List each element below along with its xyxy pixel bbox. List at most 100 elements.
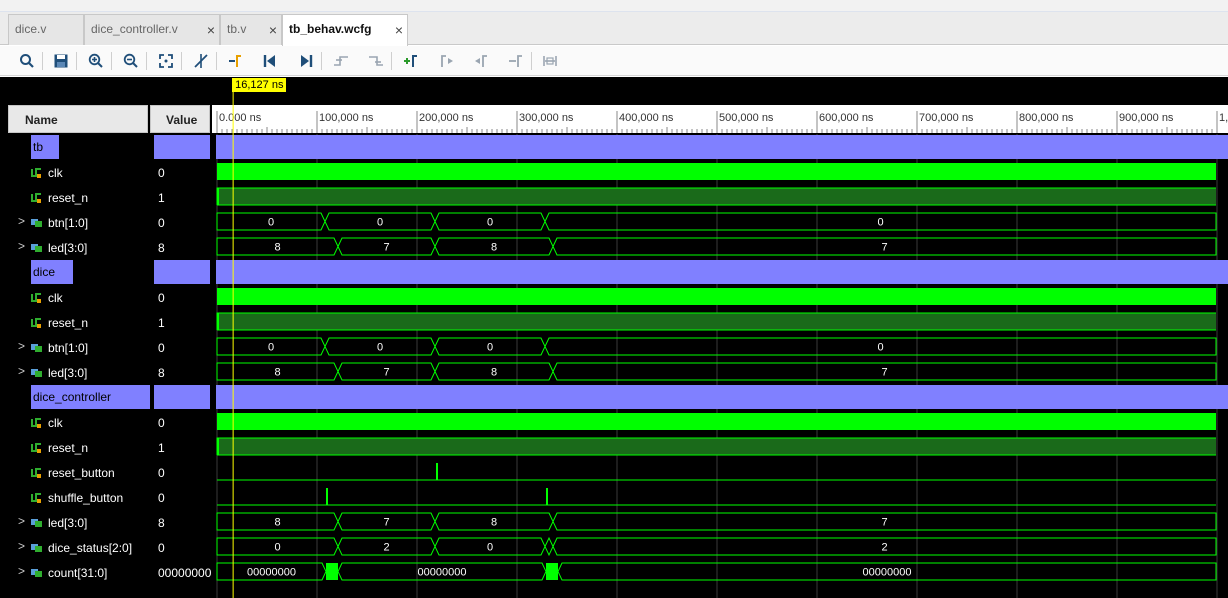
goto-end-icon[interactable]: [295, 50, 317, 72]
wire-icon: [31, 318, 41, 328]
bus-value-label: 8: [491, 367, 497, 379]
tick-label: 200,000 ns: [419, 112, 474, 124]
zoom-in-icon[interactable]: [85, 50, 107, 72]
reset-wave-body: [217, 313, 1216, 330]
signal-value: 8: [150, 235, 210, 260]
tab-dice-controller-v[interactable]: dice_controller.v ×: [84, 14, 220, 45]
chevron-right-icon[interactable]: >: [18, 239, 25, 253]
close-icon[interactable]: ×: [395, 23, 403, 37]
bus-value-label: 7: [881, 517, 887, 529]
signal-row-reset-button[interactable]: reset_button: [8, 460, 148, 485]
signal-value: 0: [150, 335, 210, 360]
swap-cursors-icon[interactable]: [505, 50, 527, 72]
close-icon[interactable]: ×: [207, 23, 215, 37]
signal-row-clk[interactable]: clk: [8, 410, 148, 435]
chevron-right-icon[interactable]: >: [18, 514, 25, 528]
value-column-header[interactable]: Value: [150, 105, 210, 133]
signal-row-led-3-0-[interactable]: > led[3:0]: [8, 510, 148, 535]
scope-label[interactable]: tb: [31, 135, 59, 159]
tab-label: dice.v: [15, 22, 47, 36]
signal-row-dice-status-2-0-[interactable]: > dice_status[2:0]: [8, 535, 148, 560]
signal-row-led-3-0-[interactable]: > led[3:0]: [8, 235, 148, 260]
signal-row-tb[interactable]: tb: [8, 135, 148, 160]
zoom-fit-icon[interactable]: [155, 50, 177, 72]
cursor-off-icon[interactable]: [190, 50, 212, 72]
tab-tb-behav-wcfg[interactable]: tb_behav.wcfg ×: [282, 14, 408, 46]
bus-segment: [544, 536, 554, 557]
tab-dice-v[interactable]: dice.v: [8, 14, 84, 45]
zoom-out-icon[interactable]: [120, 50, 142, 72]
signal-name: reset_n: [48, 441, 89, 455]
signal-row-dice-controller[interactable]: dice_controller: [8, 385, 150, 410]
signal-value: 0: [150, 535, 210, 560]
tab-label: tb.v: [227, 22, 247, 36]
signal-row-dice[interactable]: dice: [8, 260, 148, 285]
signal-name: reset_n: [48, 191, 89, 205]
chevron-right-icon[interactable]: >: [18, 564, 25, 578]
value-text: 1: [158, 316, 165, 330]
tab-label: dice_controller.v: [91, 22, 178, 36]
signal-row-btn-1-0-[interactable]: > btn[1:0]: [8, 210, 148, 235]
signal-row-count-31-0-[interactable]: > count[31:0]: [8, 560, 148, 585]
goto-cursor-icon[interactable]: [224, 50, 246, 72]
clock-wave: [217, 163, 1216, 180]
save-icon[interactable]: [50, 50, 72, 72]
signal-name-column: Name tb clk reset_n > btn[1:0] > led[3:0] dice c…: [8, 77, 150, 598]
bus-icon: [31, 519, 42, 527]
signal-value: 0: [150, 485, 210, 510]
signal-row-reset-n[interactable]: reset_n: [8, 185, 148, 210]
signal-value: 0: [150, 410, 210, 435]
tick-label: 0.000 ns: [219, 112, 262, 124]
signal-row-led-3-0-[interactable]: > led[3:0]: [8, 360, 148, 385]
value-text: 00000000: [158, 566, 212, 580]
pulse: [436, 463, 438, 480]
fit-markers-icon[interactable]: [539, 50, 561, 72]
close-icon[interactable]: ×: [269, 23, 277, 37]
signal-row-clk[interactable]: clk: [8, 285, 148, 310]
signal-name: led[3:0]: [48, 241, 88, 255]
signal-name: shuffle_button: [48, 491, 124, 505]
signal-row-clk[interactable]: clk: [8, 160, 148, 185]
chevron-right-icon[interactable]: >: [18, 214, 25, 228]
scope-label[interactable]: dice_controller: [31, 385, 150, 409]
prev-transition-icon[interactable]: [330, 50, 352, 72]
goto-start-icon[interactable]: [259, 50, 281, 72]
chevron-right-icon[interactable]: >: [18, 339, 25, 353]
bus-value-label: 7: [383, 367, 389, 379]
name-column-header[interactable]: Name: [8, 105, 148, 133]
scope-band: [216, 260, 1228, 284]
next-marker-icon[interactable]: [470, 50, 492, 72]
signal-value: [154, 260, 210, 284]
bus-value-label: 8: [491, 242, 497, 254]
tick-label: 300,000 ns: [519, 112, 574, 124]
tick-label: 700,000 ns: [919, 112, 974, 124]
signal-name: clk: [48, 166, 63, 180]
signal-row-btn-1-0-[interactable]: > btn[1:0]: [8, 335, 148, 360]
scope-label[interactable]: dice: [31, 260, 73, 284]
chevron-right-icon[interactable]: >: [18, 364, 25, 378]
signal-value: 1: [150, 185, 210, 210]
search-icon[interactable]: [16, 50, 38, 72]
signal-value: 1: [150, 310, 210, 335]
bus-value-label: 2: [881, 542, 887, 554]
next-transition-icon[interactable]: [365, 50, 387, 72]
prev-marker-icon[interactable]: [436, 50, 458, 72]
reset-wave-body: [217, 438, 1216, 455]
signal-value-column: Value 0 1 0 8 0 1 0 8 0 1 0 0 8 0 00000000: [150, 77, 212, 598]
signal-row-reset-n[interactable]: reset_n: [8, 310, 148, 335]
bus-icon: [31, 369, 42, 377]
chevron-right-icon[interactable]: >: [18, 539, 25, 553]
signal-row-reset-n[interactable]: reset_n: [8, 435, 148, 460]
value-text: 0: [158, 291, 165, 305]
bus-icon: [31, 544, 42, 552]
add-marker-icon[interactable]: [400, 50, 422, 72]
signal-name: count[31:0]: [48, 566, 108, 580]
signal-row-shuffle-button[interactable]: shuffle_button: [8, 485, 148, 510]
cursor-time-label[interactable]: 16,127 ns: [232, 78, 287, 92]
waveform-canvas[interactable]: 0.000 ns 100,000 ns 200,000 ns 300,000 ns 40…: [212, 77, 1228, 598]
pulse: [326, 488, 328, 505]
signal-value: 8: [150, 360, 210, 385]
tick-label: 1,: [1219, 112, 1228, 124]
tab-tb-v[interactable]: tb.v ×: [220, 14, 282, 45]
reset-wave-body: [217, 188, 1216, 205]
